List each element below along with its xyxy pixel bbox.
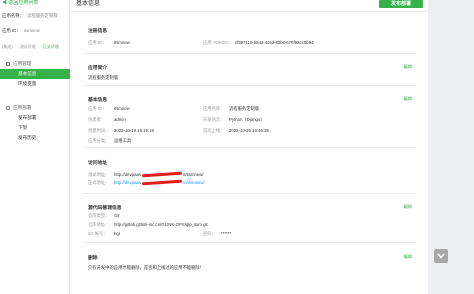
basic-edit-link[interactable]: 编辑 — [404, 96, 412, 102]
git-password-row: 密码： ****** — [203, 231, 232, 236]
delete-section: 删除 编辑 只有开发中的应用才能删除，是否和上线过的应用不能删除！ — [83, 244, 416, 276]
registration-section: 注册信息 应用 ID： itsmnew 应用 TOKEN： cf897110-b54… — [83, 18, 416, 54]
delete-title: 删除 — [88, 256, 98, 261]
source-title: 源代码管理信息 — [88, 206, 122, 211]
env-switcher: (集成) 测试环境 正式环境 — [2, 44, 65, 50]
app-deploy-icon — [6, 106, 10, 110]
intro-title: 应用简介 — [88, 66, 108, 71]
access-section: 访问地址 测试地址： http://devpaas/t/itsmnew/ 正式地址… — [83, 149, 416, 194]
env-integration[interactable]: (集成) — [2, 44, 13, 49]
intro-section: 应用简介 编辑 流程服务定制版 — [83, 55, 416, 86]
sidebar-item-deploy-history[interactable]: 发布历史 — [0, 133, 70, 143]
basic-row: 创建时间： 2022-10-19 16:19:19 — [88, 128, 154, 133]
env-test[interactable]: 测试环境 — [20, 44, 36, 49]
delete-text: 只有开发中的应用才能删除，是否和上线过的应用不能删除！ — [88, 265, 205, 270]
repo-type-row: 仓库类型： Git — [88, 213, 120, 218]
deploy-button[interactable]: 发布部署 — [379, 0, 423, 8]
basic-row: 应用 ID： itsmnew — [88, 106, 130, 111]
reg-token-row: 应用 TOKEN： cf897110-b543-4c6d-82bc-670f92e… — [203, 40, 314, 45]
app-manage-group: 应用管理 基本信息 环境变量 — [0, 59, 70, 89]
sidebar-item-deploy[interactable]: 发布部署 — [0, 113, 70, 123]
page-title: 基本信息 — [76, 1, 101, 7]
sidebar-item-offline[interactable]: 下架 — [0, 123, 70, 133]
basic-section: 基本信息 编辑 应用 ID： itsmnew 应用名称： 流程服务定制版 创建者： a… — [83, 87, 416, 148]
intro-text: 流程服务定制版 — [88, 75, 119, 80]
env-prod[interactable]: 正式环境 — [43, 44, 59, 49]
app-name-info: 应用名称： 流程服务定制版 — [2, 13, 58, 18]
basic-row: 应用名称： 流程服务定制版 — [203, 106, 260, 111]
app-manage-group-title[interactable]: 应用管理 — [0, 59, 70, 69]
panel-header: 基本信息 发布部署 — [71, 0, 428, 12]
prod-url-row: 正式地址： http://devpaas/o/itsmnew/ — [88, 179, 205, 186]
app-deploy-group-title[interactable]: 应用部署 — [0, 103, 70, 113]
chevron-down-icon — [437, 253, 445, 259]
git-account-row: Git 帐号： hgl — [88, 231, 120, 236]
app-manage-icon — [6, 62, 10, 66]
main-panel: 基本信息 发布部署 注册信息 应用 ID： itsmnew 应用 TOKEN： cf… — [71, 0, 428, 294]
sidebar-item-env-vars[interactable]: 环境变量 — [0, 79, 70, 89]
source-section: 源代码管理信息 编辑 仓库类型： Git 仓库地址： http://gitlab.g… — [83, 195, 416, 243]
delete-edit-link[interactable]: 编辑 — [404, 254, 412, 260]
registration-title: 注册信息 — [88, 29, 108, 34]
source-edit-link[interactable]: 编辑 — [404, 204, 412, 210]
back-to-app-list-link[interactable]: ◀ 返回应用列表 — [2, 0, 38, 6]
test-url-link[interactable]: http://devpaas/t/itsmnew/ — [114, 171, 204, 178]
basic-row: 创建者： admin — [88, 117, 126, 122]
basic-title: 基本信息 — [88, 98, 108, 103]
reg-app-id-row: 应用 ID： itsmnew — [88, 40, 130, 45]
prod-url-link[interactable]: http://devpaas/o/itsmnew/ — [114, 179, 205, 186]
basic-row: 应用分类： 运维工具 — [88, 138, 132, 143]
scroll-to-bottom-button[interactable] — [434, 249, 448, 263]
test-url-row: 测试地址： http://devpaas/t/itsmnew/ — [88, 171, 204, 178]
redaction-mark — [141, 171, 183, 178]
basic-row: 开发语言： Python（Django） — [203, 117, 265, 122]
redaction-mark — [141, 179, 183, 186]
access-title: 访问地址 — [88, 161, 108, 166]
basic-row: 首次上线： 2022-10-25 10:46:35 — [203, 128, 269, 133]
sidebar-item-basic-info[interactable]: 基本信息 — [0, 69, 70, 79]
repo-url-row: 仓库地址： http://gitlab.g2link-inc.cn/GLINK-O… — [88, 222, 208, 227]
app-deploy-group: 应用部署 发布部署 下架 发布历史 — [0, 103, 70, 143]
intro-edit-link[interactable]: 编辑 — [404, 64, 412, 70]
app-id-info: 应用 ID： itsmnew — [2, 28, 40, 33]
sidebar: ◀ 返回应用列表 应用名称： 流程服务定制版 应用 ID： itsmnew (集成)… — [0, 0, 70, 294]
